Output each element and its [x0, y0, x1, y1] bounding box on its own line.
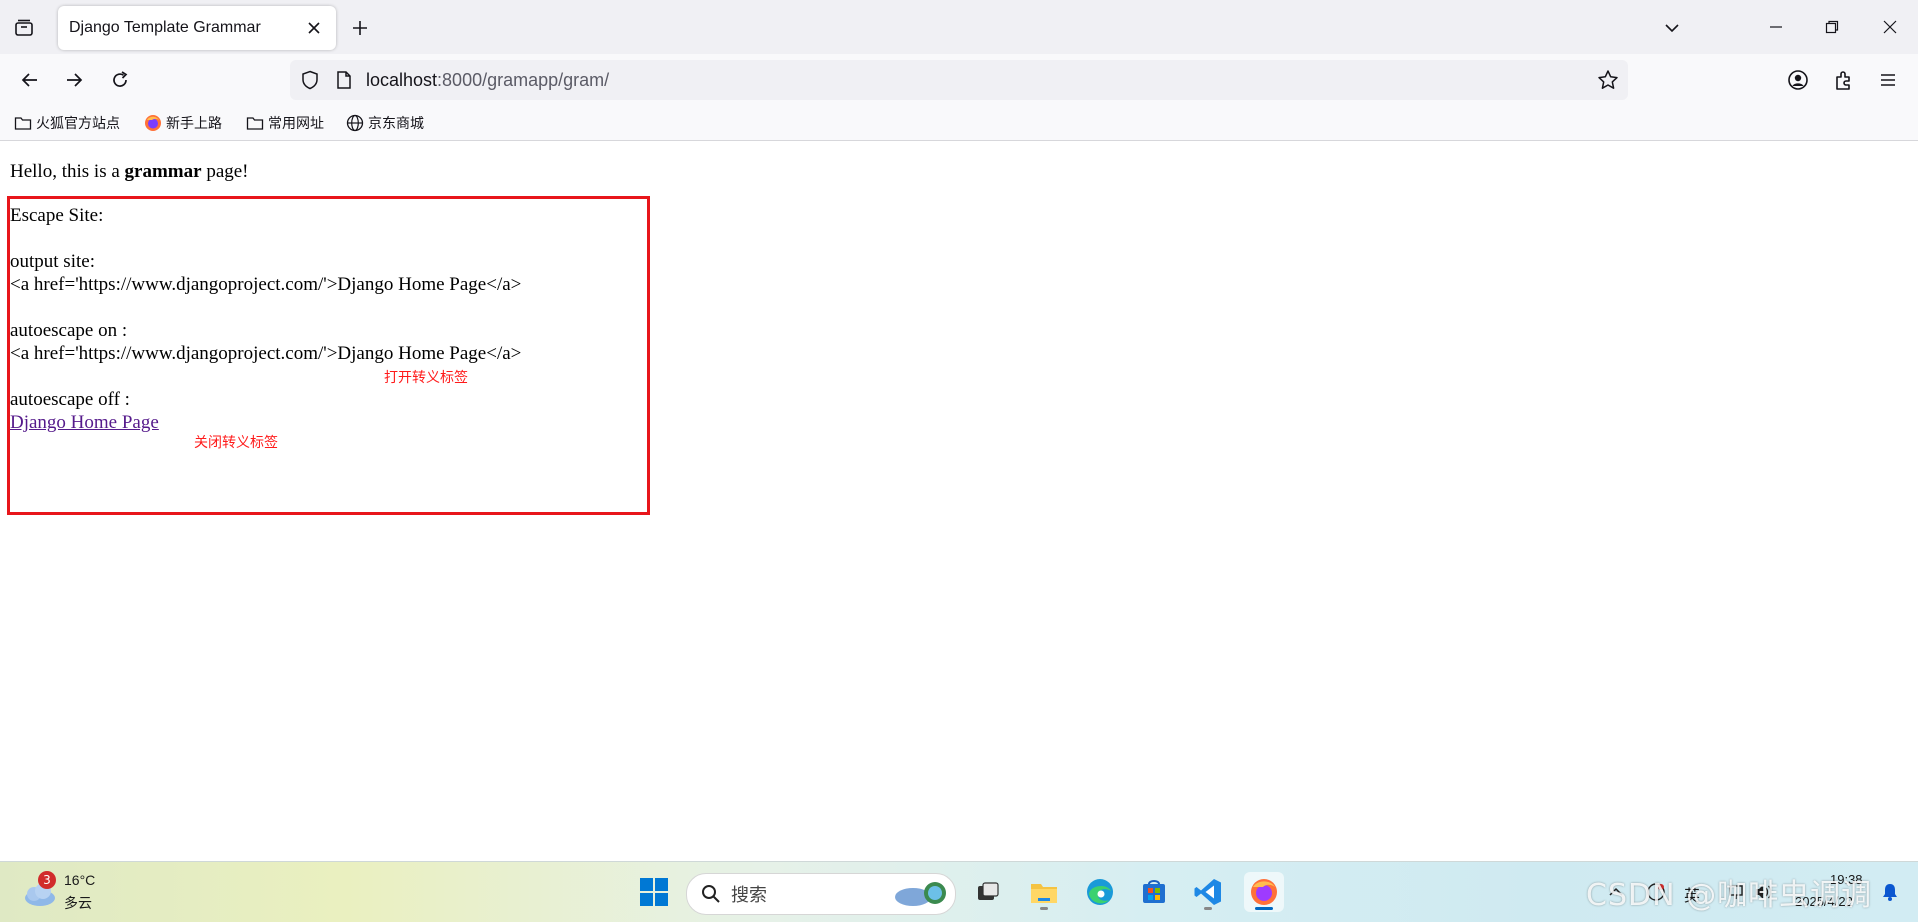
output-site-label: output site:	[10, 251, 95, 272]
open-escape-annotation: 打开转义标签	[384, 370, 468, 386]
csdn-watermark: CSDN @咖啡虫调调	[1586, 878, 1873, 913]
running-indicator	[1204, 907, 1212, 910]
tab-title: Django Template Grammar	[69, 19, 261, 36]
weather-temperature[interactable]: 16°C	[64, 872, 95, 888]
edge-browser-icon[interactable]	[1080, 872, 1120, 912]
output-site-value: <a href='https://www.djangoproject.com/'…	[10, 274, 522, 295]
url-path: :8000/gramapp/gram/	[437, 70, 610, 90]
active-tab[interactable]: Django Template Grammar	[58, 6, 336, 50]
escape-site-heading: Escape Site:	[10, 205, 104, 226]
autoescape-on-label: autoescape on :	[10, 320, 128, 341]
forward-arrow-icon[interactable]	[58, 64, 90, 96]
weather-badge: 3	[38, 871, 56, 889]
navigation-toolbar: localhost:8000/gramapp/gram/	[0, 54, 1918, 106]
greeting-text: Hello, this is a grammar page!	[10, 161, 249, 183]
search-icon	[702, 885, 720, 903]
bookmark-label: 常用网址	[268, 115, 324, 131]
globe-icon	[346, 114, 364, 132]
tab-list-icon[interactable]	[10, 14, 38, 42]
new-tab-icon[interactable]	[346, 14, 374, 42]
bookmark-label: 火狐官方站点	[36, 115, 120, 131]
bookmark-label: 新手上路	[166, 115, 222, 131]
chevron-down-icon[interactable]	[1658, 14, 1686, 42]
autoescape-off-label: autoescape off :	[10, 389, 130, 410]
menu-icon[interactable]	[1872, 64, 1904, 96]
bookmark-item[interactable]: 火狐官方站点	[14, 112, 120, 134]
tracking-shield-icon[interactable]	[298, 68, 322, 92]
bookmark-item[interactable]: 新手上路	[144, 112, 222, 134]
extensions-icon[interactable]	[1828, 64, 1860, 96]
folder-icon	[14, 117, 32, 130]
reload-icon[interactable]	[104, 64, 136, 96]
autoescape-off-value: Django Home Page	[10, 411, 159, 434]
page-info-icon[interactable]	[332, 68, 356, 92]
active-indicator	[1255, 907, 1273, 910]
folder-icon	[246, 117, 264, 130]
address-bar[interactable]: localhost:8000/gramapp/gram/	[290, 60, 1628, 100]
django-home-link[interactable]: Django Home Page	[10, 412, 159, 433]
windows-taskbar: 3 16°C 多云 搜索 英 19:38 2025/4/22 CSDN @咖啡虫…	[0, 861, 1918, 922]
page-content: Hello, this is a grammar page! Escape Si…	[0, 141, 1918, 861]
firefox-taskbar-icon[interactable]	[1244, 872, 1284, 912]
taskbar-search[interactable]: 搜索	[686, 873, 956, 915]
search-placeholder: 搜索	[731, 885, 767, 905]
file-explorer-icon[interactable]	[1024, 872, 1064, 912]
bookmark-star-icon[interactable]	[1596, 68, 1620, 92]
greeting-bold-word: grammar	[124, 161, 202, 182]
url-host: localhost	[366, 70, 438, 90]
greeting-prefix: Hello, this is a	[10, 161, 125, 182]
notification-bell-icon[interactable]	[1870, 872, 1910, 912]
autoescape-on-value: <a href='https://www.djangoproject.com/'…	[10, 343, 522, 364]
running-indicator	[1040, 907, 1048, 910]
task-view-icon[interactable]	[968, 872, 1008, 912]
url-text[interactable]: localhost:8000/gramapp/gram/	[366, 70, 609, 91]
microsoft-store-icon[interactable]	[1134, 872, 1174, 912]
bookmark-label: 京东商城	[368, 115, 424, 131]
account-icon[interactable]	[1782, 64, 1814, 96]
weather-description[interactable]: 多云	[64, 893, 92, 913]
restore-icon[interactable]	[1812, 10, 1852, 44]
vscode-icon[interactable]	[1188, 872, 1228, 912]
bookmarks-toolbar: 火狐官方站点 新手上路 常用网址 京东商城	[0, 106, 1918, 141]
close-window-icon[interactable]	[1870, 10, 1910, 44]
firefox-icon	[145, 115, 161, 131]
greeting-suffix: page!	[201, 161, 249, 182]
close-tab-icon[interactable]	[302, 16, 326, 40]
tab-strip: Django Template Grammar	[0, 0, 1918, 54]
search-highlight-icon	[895, 882, 946, 906]
bookmark-item[interactable]: 京东商城	[346, 112, 424, 134]
bookmark-item[interactable]: 常用网址	[246, 112, 324, 134]
back-arrow-icon[interactable]	[14, 64, 46, 96]
close-escape-annotation: 关闭转义标签	[194, 435, 278, 451]
windows-start-icon[interactable]	[634, 872, 674, 912]
minimize-icon[interactable]	[1756, 10, 1796, 44]
